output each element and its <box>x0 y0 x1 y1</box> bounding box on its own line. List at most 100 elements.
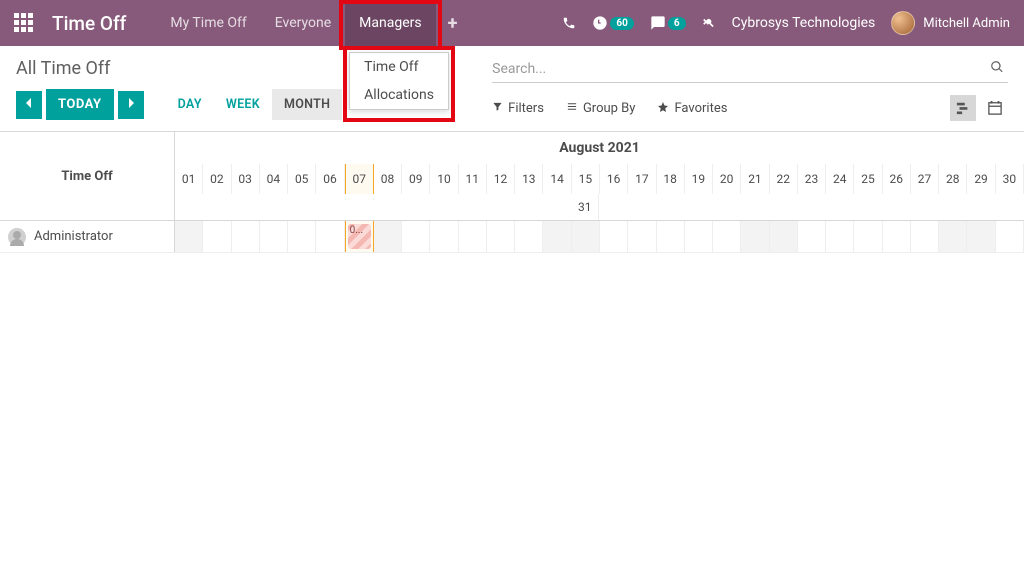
gantt-cell[interactable] <box>713 221 741 252</box>
gantt-day-header: 27 <box>911 164 939 194</box>
next-button[interactable] <box>118 91 144 119</box>
app-brand: Time Off <box>52 12 126 35</box>
gantt-day-header: 23 <box>798 164 826 194</box>
activity-icon[interactable]: 60 <box>592 15 633 31</box>
favorites-menu[interactable]: Favorites <box>657 101 727 116</box>
gantt-cell[interactable] <box>203 221 231 252</box>
gantt-side-header: Time Off <box>0 132 175 220</box>
gantt-day-header: 24 <box>826 164 854 194</box>
discuss-icon[interactable]: 6 <box>650 15 686 31</box>
gantt-day-header: 20 <box>713 164 741 194</box>
search-bar[interactable] <box>492 58 1008 83</box>
gantt-cell[interactable] <box>911 221 939 252</box>
gantt-cell[interactable] <box>770 221 798 252</box>
filters-menu[interactable]: Filters <box>492 101 544 116</box>
prev-button[interactable] <box>16 91 42 119</box>
gantt-day-header: 10 <box>430 164 458 194</box>
time-off-pill[interactable]: 0... <box>348 224 371 249</box>
user-avatar-icon <box>891 11 915 35</box>
calendar-view-button[interactable] <box>982 95 1008 121</box>
gantt-cell[interactable] <box>657 221 685 252</box>
gantt-day-header: 03 <box>232 164 260 194</box>
gantt-cell[interactable] <box>430 221 458 252</box>
gantt-cell[interactable] <box>515 221 543 252</box>
gantt-cell[interactable] <box>600 221 628 252</box>
gantt-cell[interactable] <box>996 221 1024 252</box>
control-panel: All Time Off TODAY DAY WEEK MONTH YEAR <box>0 46 1024 125</box>
gantt-day-header: 07 <box>345 164 374 194</box>
groupby-label: Group By <box>583 101 636 116</box>
gantt-day-header: 29 <box>967 164 995 194</box>
gantt-cell[interactable] <box>741 221 769 252</box>
scale-day[interactable]: DAY <box>166 89 214 120</box>
gantt-cell[interactable] <box>798 221 826 252</box>
dropdown-time-off[interactable]: Time Off <box>350 53 448 81</box>
gantt-cell[interactable] <box>459 221 487 252</box>
gantt-cell[interactable] <box>175 221 203 252</box>
gantt-day-header: 21 <box>741 164 769 194</box>
user-menu[interactable]: Mitchell Admin <box>891 11 1010 35</box>
apps-icon[interactable] <box>14 13 34 33</box>
gantt-row-label[interactable]: Administrator <box>0 221 175 252</box>
star-icon <box>657 101 669 116</box>
gantt-cell[interactable] <box>316 221 344 252</box>
dropdown-allocations[interactable]: Allocations <box>350 81 448 109</box>
gantt-day-header: 05 <box>288 164 316 194</box>
gantt-cell[interactable] <box>374 221 402 252</box>
gantt-cell[interactable] <box>260 221 288 252</box>
gantt-cell[interactable] <box>288 221 316 252</box>
company-name[interactable]: Cybrosys Technologies <box>732 15 876 31</box>
search-icon[interactable] <box>986 60 1008 78</box>
gantt-day-header: 28 <box>939 164 967 194</box>
gantt-day-header: 14 <box>543 164 571 194</box>
gantt-day-header: 02 <box>203 164 231 194</box>
gantt-view: Time Off August 2021 0102030405060708091… <box>0 131 1024 253</box>
list-icon <box>566 101 578 115</box>
gantt-cell[interactable] <box>232 221 260 252</box>
gantt-cell[interactable] <box>402 221 430 252</box>
groupby-menu[interactable]: Group By <box>566 101 636 116</box>
filters-label: Filters <box>508 101 544 116</box>
nav-add-icon[interactable]: + <box>436 13 470 34</box>
gantt-cell[interactable] <box>685 221 713 252</box>
gantt-cell[interactable] <box>572 221 600 252</box>
tools-icon[interactable] <box>702 16 716 30</box>
gantt-day-header: 04 <box>260 164 288 194</box>
gantt-day-header: 30 <box>996 164 1024 194</box>
activity-badge: 60 <box>610 17 633 30</box>
gantt-cell[interactable] <box>826 221 854 252</box>
favorites-label: Favorites <box>674 101 727 116</box>
gantt-day-header: 25 <box>854 164 882 194</box>
gantt-body: Administrator 0... <box>0 221 1024 253</box>
nav-my-time-off[interactable]: My Time Off <box>156 0 260 46</box>
gantt-day-header: 16 <box>600 164 628 194</box>
gantt-cell[interactable]: 0... <box>345 221 374 252</box>
funnel-icon <box>492 101 503 115</box>
gantt-cell[interactable] <box>883 221 911 252</box>
phone-icon[interactable] <box>562 16 576 30</box>
gantt-day-header: 09 <box>402 164 430 194</box>
gantt-cell[interactable] <box>543 221 571 252</box>
gantt-date-header: 0102030405060708091011121314151617181920… <box>175 164 1024 194</box>
gantt-day-header: 13 <box>515 164 543 194</box>
search-input[interactable] <box>492 61 986 77</box>
gantt-view-button[interactable] <box>950 95 976 121</box>
gantt-day-header: 12 <box>487 164 515 194</box>
gantt-period-label: August 2021 <box>175 132 1024 164</box>
scale-week[interactable]: WEEK <box>214 89 272 120</box>
today-button[interactable]: TODAY <box>46 89 114 120</box>
gantt-day-header: 22 <box>770 164 798 194</box>
gantt-cell[interactable] <box>628 221 656 252</box>
gantt-cell[interactable] <box>854 221 882 252</box>
gantt-cell[interactable] <box>939 221 967 252</box>
gantt-day-header: 01 <box>175 164 203 194</box>
gantt-day-header: 31 <box>571 194 599 220</box>
gantt-cell[interactable] <box>967 221 995 252</box>
scale-month[interactable]: MONTH <box>272 89 342 120</box>
gantt-day-header: 08 <box>374 164 402 194</box>
nav-everyone[interactable]: Everyone <box>261 0 345 46</box>
nav-managers[interactable]: Managers <box>345 0 435 46</box>
gantt-cell[interactable] <box>487 221 515 252</box>
managers-dropdown: Time Off Allocations <box>349 52 449 110</box>
gantt-date-header-row2: 31 <box>175 194 1024 220</box>
